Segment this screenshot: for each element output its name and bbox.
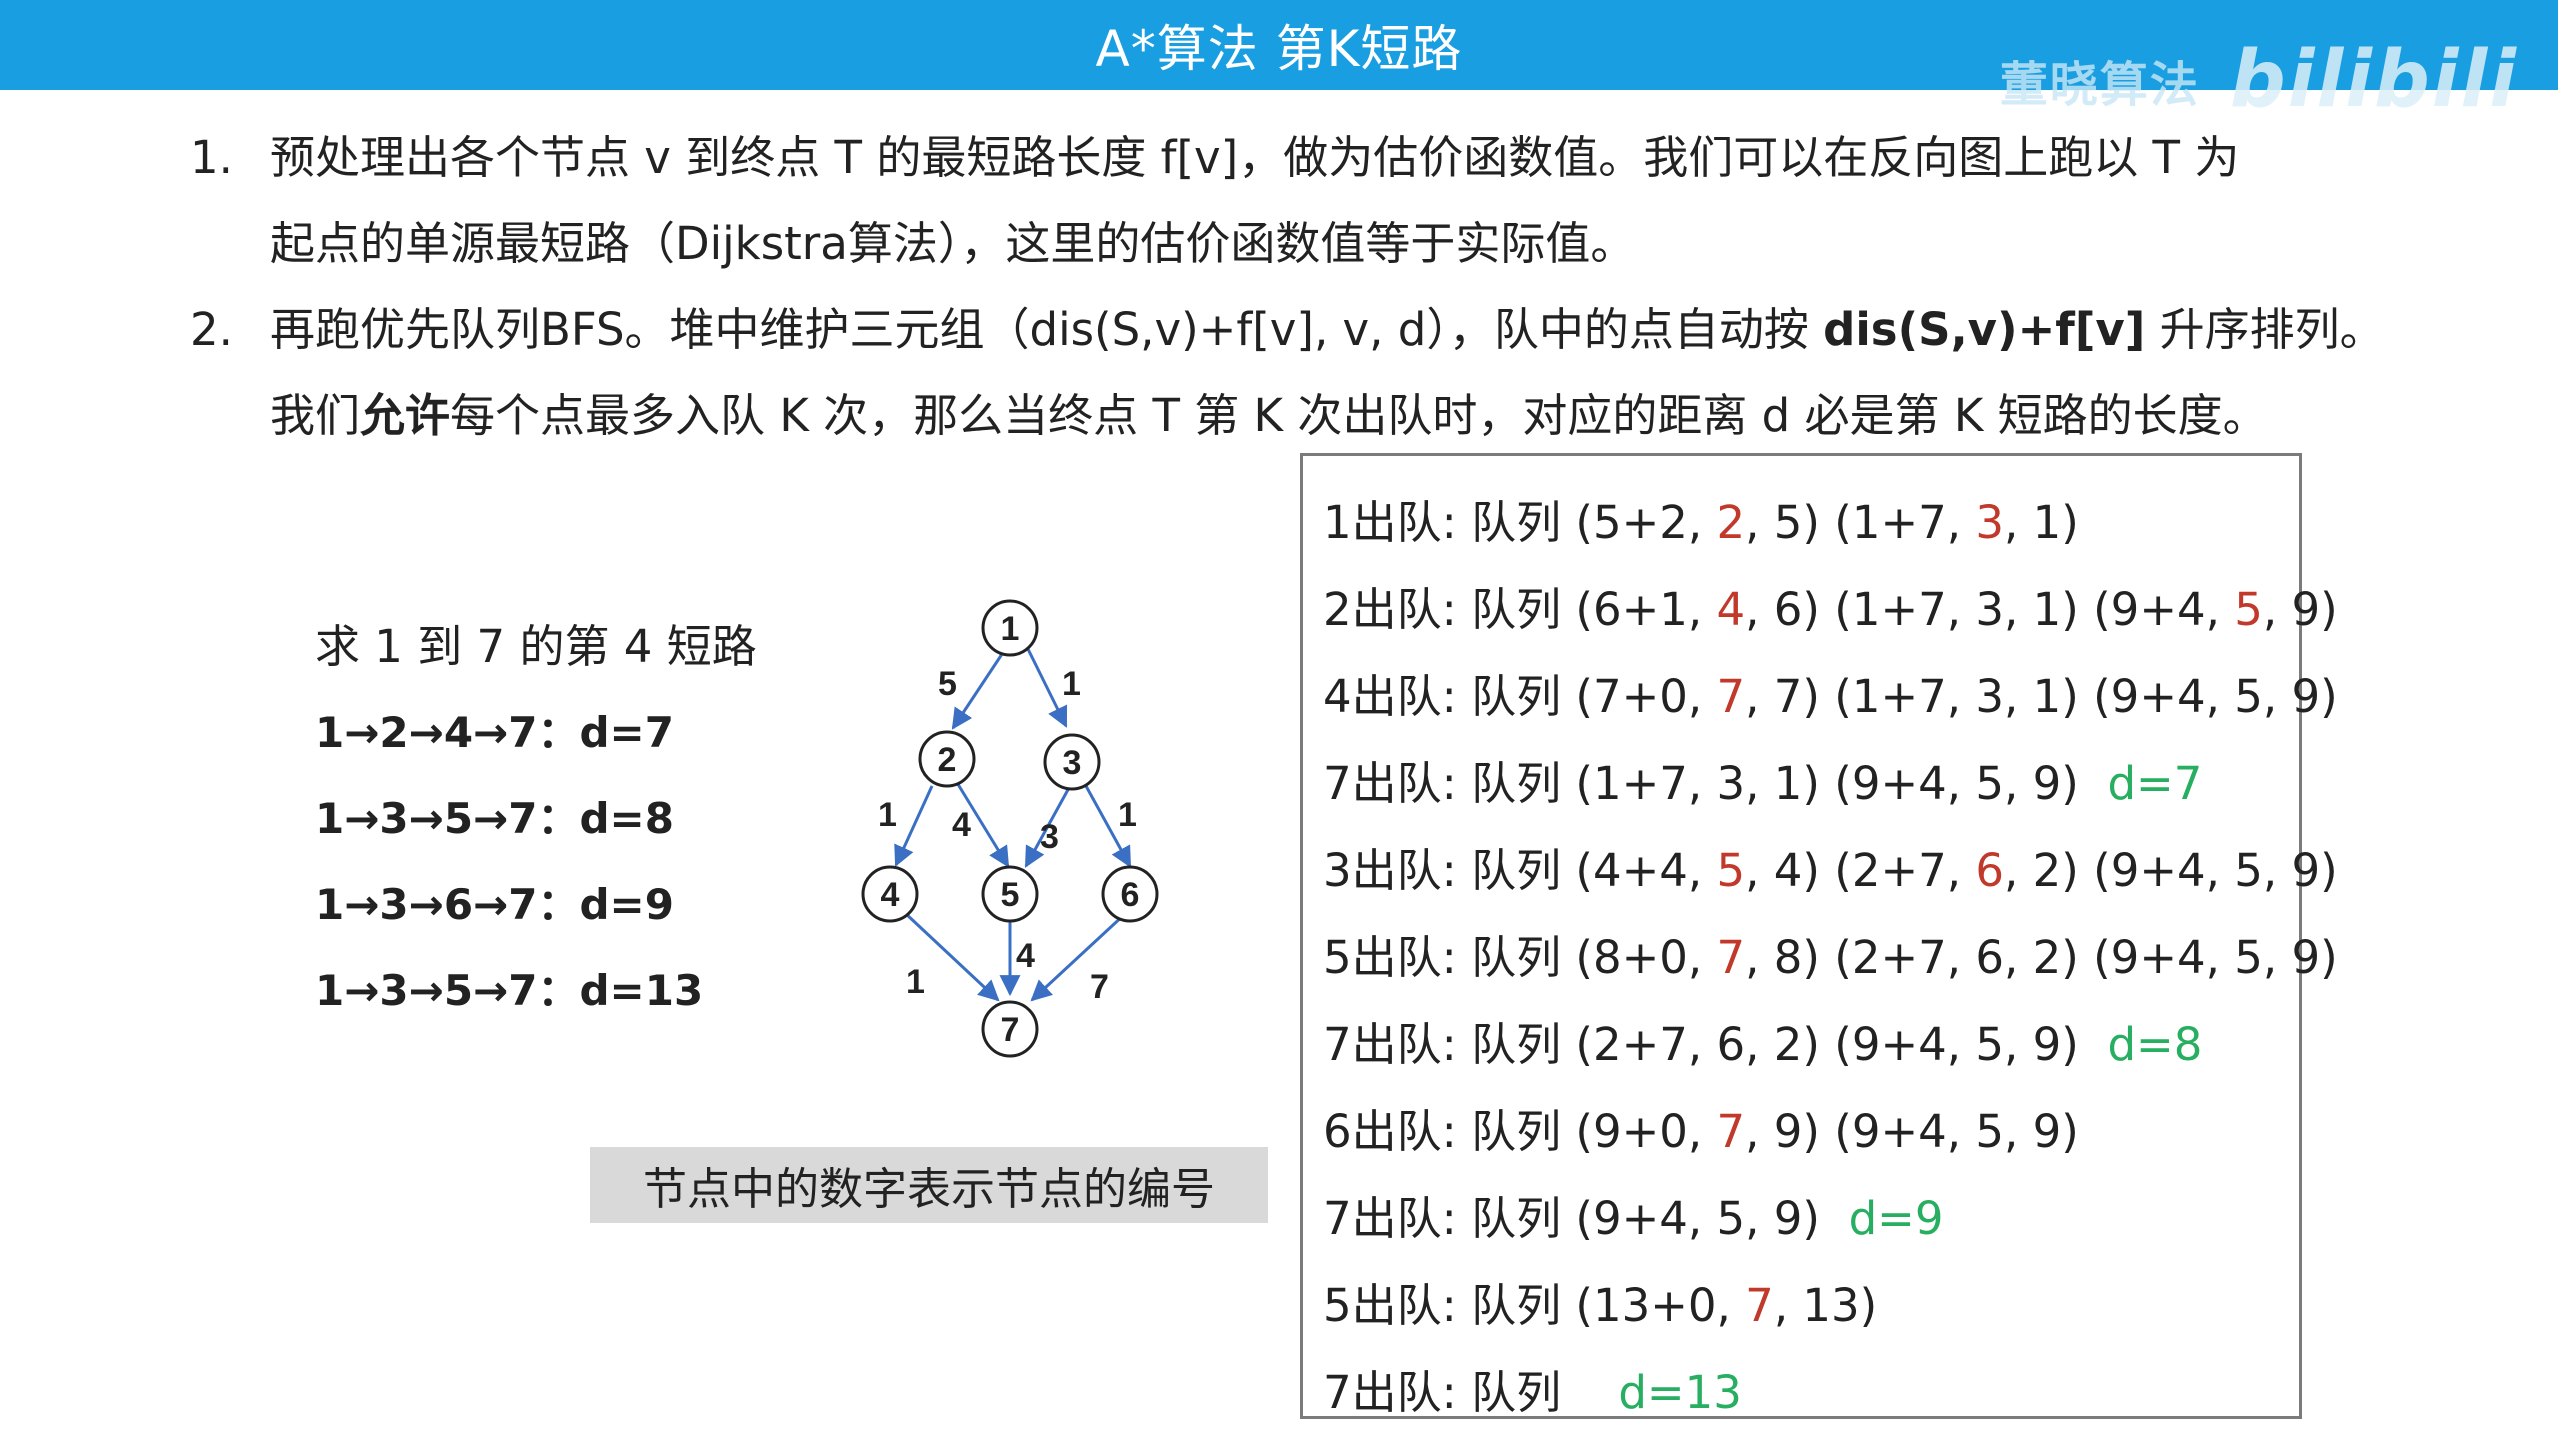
distance-result: d=9: [1848, 1192, 1944, 1245]
watermark-text: 董晓算法: [1999, 57, 2200, 113]
queue-line: 7出队: 队列 d=13: [1323, 1356, 1742, 1421]
text: , 9): [2262, 583, 2338, 636]
highlight-red: 2: [1716, 496, 1746, 549]
text: 1出队: 队列 (5+2,: [1323, 496, 1717, 549]
node-label: 4: [881, 876, 900, 914]
highlight-red: 7: [1716, 931, 1746, 984]
highlight-red: 7: [1716, 670, 1746, 723]
highlight-red: 3: [1975, 496, 2005, 549]
step-1-line-1: 预处理出各个节点 v 到终点 T 的最短路长度 f[v]，做为估价函数值。我们可…: [270, 131, 2240, 184]
edge-weight: 5: [938, 665, 957, 703]
text: 每个点最多入队 K 次，那么当终点 T 第 K 次出队时，对应的距离 d 必是第…: [450, 389, 2268, 442]
queue-line: 5出队: 队列 (8+0, 7, 8) (2+7, 6, 2) (9+4, 5,…: [1323, 921, 2338, 986]
highlight-red: 4: [1716, 583, 1746, 636]
bilibili-logo: bilibili: [2229, 35, 2518, 125]
step-list: 1. 预处理出各个节点 v 到终点 T 的最短路长度 f[v]，做为估价函数值。…: [190, 115, 2520, 459]
text: 7出队: 队列: [1323, 1366, 1576, 1419]
queue-trace-box: 1出队: 队列 (5+2, 2, 5) (1+7, 3, 1) 2出队: 队列 …: [1300, 453, 2338, 1421]
highlight-red: 5: [2234, 583, 2263, 636]
edge-weight: 1: [1118, 796, 1137, 834]
path-item: 1→2→4→7：d=7: [315, 708, 674, 757]
node-label: 5: [1001, 876, 1020, 914]
page-title: A*算法 第K短路: [1095, 20, 1463, 78]
text: 5出队: 队列 (8+0,: [1323, 931, 1717, 984]
highlight-red: 7: [1716, 1105, 1746, 1158]
path-item: 1→3→6→7：d=9: [315, 880, 674, 929]
highlight-red: 5: [1716, 844, 1746, 897]
watermark: 董晓算法 bilibili: [1999, 35, 2518, 125]
edge-weight: 4: [1016, 937, 1035, 975]
graph-edges: [894, 644, 1132, 1002]
text: , 1): [2004, 496, 2079, 549]
node-label: 2: [938, 741, 957, 779]
queue-line: 4出队: 队列 (7+0, 7, 7) (1+7, 3, 1) (9+4, 5,…: [1323, 660, 2338, 725]
question-text: 求 1 到 7 的第 4 短路: [315, 620, 757, 673]
text: , 2) (9+4, 5, 9): [2004, 844, 2338, 897]
edge-weight: 1: [1062, 665, 1081, 703]
queue-line: 2出队: 队列 (6+1, 4, 6) (1+7, 3, 1) (9+4, 5,…: [1323, 573, 2338, 638]
text: , 6) (1+7, 3, 1) (9+4,: [1745, 583, 2235, 636]
text: 6出队: 队列 (9+0,: [1323, 1105, 1717, 1158]
edge-weight: 3: [1040, 818, 1059, 856]
edge-weights: 5 1 1 4 3 1 1 4 7: [878, 665, 1137, 1006]
queue-line: 7出队: 队列 (9+4, 5, 9) d=9: [1323, 1182, 1943, 1247]
text: 我们: [270, 389, 361, 442]
step-2-line-1: 再跑优先队列BFS。堆中维护三元组（dis(S,v)+f[v], v, d），队…: [270, 287, 2520, 373]
step-number: 1.: [190, 131, 233, 184]
bold-text: 允许: [360, 389, 451, 442]
text: 升序排列。: [2145, 303, 2385, 356]
edge-1-2: [951, 644, 1010, 730]
text: 再跑优先队列BFS。堆中维护三元组（dis(S,v)+f[v], v, d），队…: [270, 303, 1824, 356]
edge-weight: 7: [1090, 968, 1109, 1006]
edge-1-3: [1024, 644, 1068, 728]
queue-line: 6出队: 队列 (9+0, 7, 9) (9+4, 5, 9): [1323, 1095, 2079, 1160]
bold-text: dis(S,v)+f[v]: [1823, 303, 2146, 356]
edge-weight: 4: [952, 806, 971, 844]
step-1: 1. 预处理出各个节点 v 到终点 T 的最短路长度 f[v]，做为估价函数值。…: [190, 115, 2520, 287]
text: , 13): [1773, 1279, 1878, 1332]
text: , 5) (1+7,: [1745, 496, 1976, 549]
step-2-line-2: 我们允许每个点最多入队 K 次，那么当终点 T 第 K 次出队时，对应的距离 d…: [270, 373, 2520, 459]
step-number: 2.: [190, 303, 233, 356]
distance-result: d=7: [2107, 757, 2203, 810]
step-2: 2. 再跑优先队列BFS。堆中维护三元组（dis(S,v)+f[v], v, d…: [190, 287, 2520, 459]
step-1-line-2: 起点的单源最短路（Dijkstra算法），这里的估价函数值等于实际值。: [270, 217, 1636, 270]
text: 3出队: 队列 (4+4,: [1323, 844, 1717, 897]
text: 5出队: 队列 (13+0,: [1323, 1279, 1746, 1332]
queue-line: 7出队: 队列 (2+7, 6, 2) (9+4, 5, 9) d=8: [1323, 1008, 2202, 1073]
text: , 8) (2+7, 6, 2) (9+4, 5, 9): [1745, 931, 2338, 984]
text: 4出队: 队列 (7+0,: [1323, 670, 1717, 723]
edge-weight: 1: [878, 796, 897, 834]
node-label: 6: [1121, 876, 1140, 914]
queue-line: 5出队: 队列 (13+0, 7, 13): [1323, 1269, 1877, 1334]
text: 7出队: 队列 (1+7, 3, 1) (9+4, 5, 9): [1323, 757, 2079, 810]
text: 2出队: 队列 (6+1,: [1323, 583, 1717, 636]
text: 7出队: 队列 (9+4, 5, 9): [1323, 1192, 1820, 1245]
note-text: 节点中的数字表示节点的编号: [643, 1164, 1215, 1215]
graph-diagram: 5 1 1 4 3 1 1 4 7 1 2 3 4 5 6 7: [861, 599, 1159, 1058]
queue-line: 3出队: 队列 (4+4, 5, 4) (2+7, 6, 2) (9+4, 5,…: [1323, 834, 2338, 899]
text: , 9) (9+4, 5, 9): [1745, 1105, 2079, 1158]
note-box: 节点中的数字表示节点的编号: [590, 1147, 1268, 1223]
queue-line: 1出队: 队列 (5+2, 2, 5) (1+7, 3, 1): [1323, 486, 2079, 551]
distance-result: d=8: [2107, 1018, 2203, 1071]
node-label: 1: [1001, 610, 1020, 648]
path-item: 1→3→5→7：d=8: [315, 794, 674, 843]
node-label: 7: [1001, 1011, 1020, 1049]
queue-line: 7出队: 队列 (1+7, 3, 1) (9+4, 5, 9) d=7: [1323, 747, 2202, 812]
edge-weight: 1: [906, 963, 925, 1001]
highlight-red: 7: [1745, 1279, 1774, 1332]
path-list: 1→2→4→7：d=7 1→3→5→7：d=8 1→3→6→7：d=9 1→3→…: [315, 690, 703, 1034]
text: , 7) (1+7, 3, 1) (9+4, 5, 9): [1745, 670, 2338, 723]
text: 7出队: 队列 (2+7, 6, 2) (9+4, 5, 9): [1323, 1018, 2079, 1071]
distance-result: d=13: [1618, 1366, 1742, 1419]
path-item: 1→3→5→7：d=13: [315, 966, 704, 1015]
edge-2-4: [894, 785, 934, 867]
edge-6-7: [1030, 911, 1128, 1002]
highlight-red: 6: [1975, 844, 2005, 897]
node-label: 3: [1063, 744, 1082, 782]
text: , 4) (2+7,: [1745, 844, 1976, 897]
